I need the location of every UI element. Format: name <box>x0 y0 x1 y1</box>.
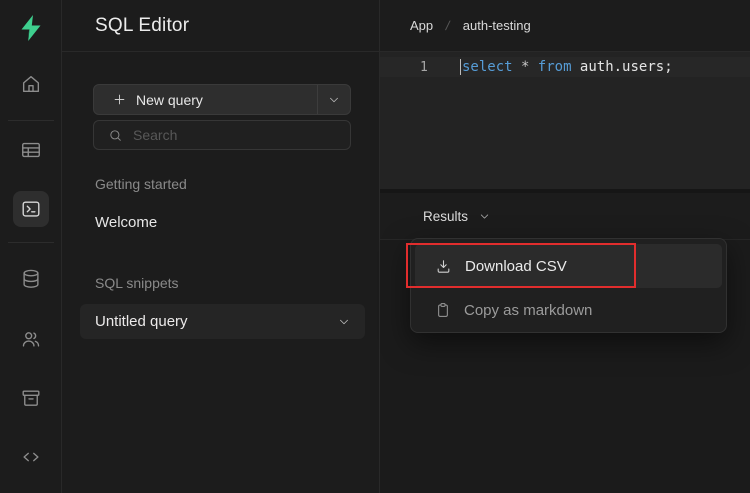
breadcrumb-project[interactable]: auth-testing <box>463 18 531 33</box>
supabase-logo[interactable] <box>16 13 46 43</box>
breadcrumb-separator: / <box>445 18 452 33</box>
menu-item-label: Download CSV <box>465 258 567 275</box>
breadcrumb: App / auth-testing <box>380 0 750 52</box>
results-label: Results <box>423 209 468 224</box>
sidebar-item-welcome[interactable]: Welcome <box>95 214 157 231</box>
plus-icon <box>112 92 127 107</box>
line-number: 1 <box>380 60 460 75</box>
chevron-down-icon <box>337 315 351 329</box>
sidebar-item-storage[interactable] <box>13 380 49 416</box>
home-icon <box>20 73 42 95</box>
new-query-button[interactable]: New query <box>93 84 351 115</box>
download-icon <box>435 258 452 275</box>
menu-item-label: Copy as markdown <box>464 302 592 319</box>
search-icon <box>108 128 123 143</box>
sql-identifier: auth.users; <box>580 59 673 75</box>
api-code-icon <box>20 446 42 468</box>
rail-divider <box>8 120 54 121</box>
sidebar-item-database[interactable] <box>13 261 49 297</box>
sql-editor-app: SQL Editor New query Getting started Wel… <box>0 0 750 493</box>
sql-keyword: from <box>538 59 572 75</box>
sql-operator: * <box>521 59 529 75</box>
chevron-down-icon[interactable] <box>478 210 491 223</box>
storage-icon <box>20 387 42 409</box>
clipboard-icon <box>435 302 451 318</box>
sql-editor-icon <box>20 198 42 220</box>
search-input[interactable] <box>133 127 323 143</box>
code-line[interactable]: 1 select * from auth.users; <box>380 57 750 77</box>
sidebar-item-sql-editor[interactable] <box>13 191 49 227</box>
menu-item-copy-as-markdown[interactable]: Copy as markdown <box>415 288 722 332</box>
auth-users-icon <box>20 328 42 350</box>
results-dropdown-menu: Download CSV Copy as markdown <box>410 238 727 333</box>
new-query-main[interactable]: New query <box>94 85 317 114</box>
sql-keyword: select <box>462 59 513 75</box>
rail-divider <box>8 242 54 243</box>
page-title: SQL Editor <box>95 15 189 37</box>
chevron-down-icon <box>327 93 341 107</box>
sidebar-header: SQL Editor <box>62 0 379 52</box>
sidebar-item-home[interactable] <box>13 66 49 102</box>
sidebar-item-table-editor[interactable] <box>13 132 49 168</box>
sidebar-item-authentication[interactable] <box>13 321 49 357</box>
nav-rail <box>0 0 62 493</box>
menu-item-download-csv[interactable]: Download CSV <box>415 244 722 288</box>
section-heading-getting-started: Getting started <box>95 176 187 192</box>
results-header: Results <box>380 193 750 240</box>
database-icon <box>20 268 42 290</box>
search-box[interactable] <box>93 120 351 150</box>
sidebar-item-api[interactable] <box>13 439 49 475</box>
sql-editor-sidebar: SQL Editor New query Getting started Wel… <box>62 0 380 493</box>
snippet-label: Untitled query <box>95 313 188 330</box>
new-query-dropdown-button[interactable] <box>317 85 350 114</box>
new-query-label: New query <box>136 92 203 108</box>
table-editor-icon <box>20 139 42 161</box>
section-heading-sql-snippets: SQL snippets <box>95 275 179 291</box>
sql-code-editor[interactable]: 1 select * from auth.users; <box>380 52 750 189</box>
breadcrumb-app[interactable]: App <box>410 18 433 33</box>
sidebar-item-untitled-query[interactable]: Untitled query <box>80 304 365 339</box>
sql-statement: select * from auth.users; <box>460 59 673 75</box>
